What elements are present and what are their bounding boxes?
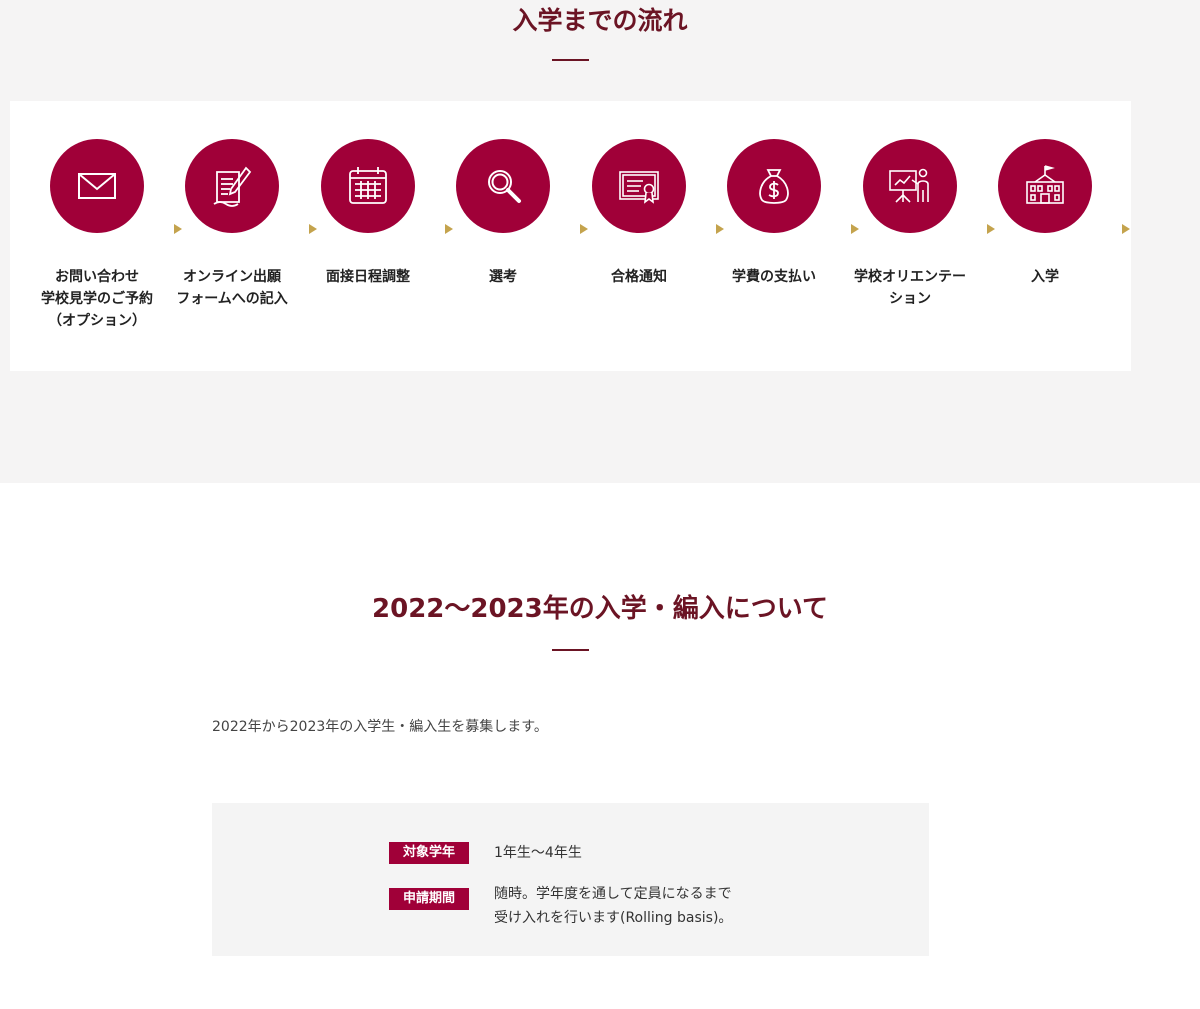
flow-step-selection: 選考 — [436, 101, 588, 371]
calendar-icon — [349, 167, 387, 204]
step-icon-circle — [863, 139, 957, 233]
flow-step-label: 学費の支払い — [732, 269, 816, 285]
step-arrow-icon — [1122, 224, 1130, 234]
step-icon-circle — [998, 139, 1092, 233]
step-icon-circle — [185, 139, 279, 233]
envelope-icon — [78, 173, 116, 199]
flow-step-enrollment: 入学 — [978, 101, 1130, 371]
flow-step-label: 面接日程調整 — [326, 269, 410, 285]
certificate-icon — [619, 171, 659, 204]
flow-step-label: 選考 — [489, 269, 517, 285]
flow-step-label: オンライン出願 フォームへの記入 — [176, 269, 288, 307]
flow-step-label: 入学 — [1031, 269, 1059, 285]
step-icon-circle — [456, 139, 550, 233]
flow-section-title: 入学までの流れ — [512, 6, 688, 35]
flow-step-label: 合格通知 — [611, 269, 667, 285]
step-icon-circle — [727, 139, 821, 233]
step-icon-circle — [321, 139, 415, 233]
info-tag: 対象学年 — [389, 842, 469, 864]
title-underline — [552, 59, 589, 61]
flow-steps-card: お問い合わせ 学校見学のご予約 （オプション） オンライン出願 フォームへの記入 — [10, 101, 1131, 371]
admission-section-title: 2022〜2023年の入学・編入について — [372, 594, 828, 624]
money-bag-icon — [759, 169, 789, 204]
flow-step-interview-scheduling: 面接日程調整 — [301, 101, 453, 371]
step-icon-circle — [50, 139, 144, 233]
info-tag: 申請期間 — [389, 888, 469, 910]
flow-step-online-application: オンライン出願 フォームへの記入 — [165, 101, 317, 371]
flow-step-acceptance-notice: 合格通知 — [572, 101, 724, 371]
admission-flow-section: 入学までの流れ お問い合わせ 学校見学のご予約 （オプション） オンライン出願 … — [0, 0, 1200, 483]
school-building-icon — [1026, 165, 1064, 204]
info-value: 随時。学年度を通して定員になるまで 受け入れを行います(Rolling basi… — [494, 886, 733, 926]
flow-step-tuition-payment: 学費の支払い — [707, 101, 859, 371]
magnifier-icon — [488, 170, 521, 203]
title-underline — [552, 649, 589, 651]
admission-info-box: 対象学年 1年生〜4年生 申請期間 随時。学年度を通して定員になるまで 受け入れ… — [212, 803, 929, 956]
presentation-icon — [889, 168, 929, 203]
admission-intro-text: 2022年から2023年の入学生・編入生を募集します。 — [212, 719, 548, 735]
flow-step-label: お問い合わせ 学校見学のご予約 （オプション） — [41, 269, 153, 329]
step-icon-circle — [592, 139, 686, 233]
info-value: 1年生〜4年生 — [494, 845, 582, 861]
flow-step-orientation: 学校オリエンテー ション — [843, 101, 995, 371]
flow-step-label: 学校オリエンテー ション — [854, 269, 966, 307]
flow-step-inquiry: お問い合わせ 学校見学のご予約 （オプション） — [30, 101, 182, 371]
document-pen-icon — [213, 166, 252, 207]
